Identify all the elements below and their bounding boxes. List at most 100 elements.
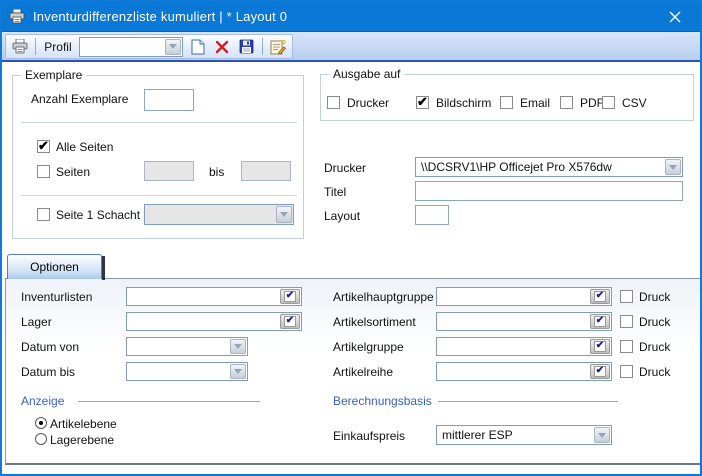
toolbar-band: Profil	[2, 31, 700, 62]
schacht-dropdown-button[interactable]	[276, 206, 292, 223]
layout-input[interactable]	[415, 205, 449, 225]
anzeige-section-title: Anzeige	[21, 394, 64, 408]
properties-button[interactable]	[269, 37, 288, 57]
chevron-down-icon	[169, 44, 177, 49]
datum-von-label: Datum von	[21, 340, 79, 354]
chevron-down-icon	[598, 433, 606, 438]
profil-toolbar: Profil	[5, 34, 293, 59]
close-button[interactable]	[660, 6, 690, 27]
lagerebene-label: Lagerebene	[50, 433, 114, 447]
printer-icon	[12, 39, 28, 54]
einkaufspreis-combobox[interactable]: mittlerer ESP	[436, 425, 612, 445]
artikelreihe-select-button[interactable]	[590, 364, 610, 379]
artikelsortiment-druck-checkbox[interactable]	[620, 315, 633, 328]
alle-seiten-checkbox[interactable]	[37, 140, 50, 153]
artikelgruppe-label: Artikelgruppe	[333, 340, 404, 354]
lager-combobox[interactable]	[126, 312, 302, 331]
ausgabe-csv-label: CSV	[622, 96, 647, 110]
check-icon	[594, 316, 606, 327]
lager-label: Lager	[21, 315, 52, 329]
inventurlisten-select-button[interactable]	[280, 289, 300, 304]
datum-bis-label: Datum bis	[21, 365, 75, 379]
artikelreihe-druck-label: Druck	[639, 365, 670, 379]
ausgabe-email-checkbox[interactable]	[500, 96, 513, 109]
einkaufspreis-value: mittlerer ESP	[442, 428, 589, 442]
seiten-checkbox[interactable]	[37, 165, 50, 178]
artikelhauptgruppe-druck-label: Druck	[639, 290, 670, 304]
new-document-icon	[191, 39, 205, 55]
artikelebene-radio[interactable]	[35, 417, 47, 429]
seiten-label: Seiten	[56, 165, 90, 179]
artikelgruppe-combobox[interactable]	[436, 337, 612, 356]
lagerebene-radio[interactable]	[35, 433, 47, 445]
artikelhauptgruppe-select-button[interactable]	[590, 289, 610, 304]
bis-label: bis	[209, 165, 224, 179]
artikelgruppe-druck-checkbox[interactable]	[620, 340, 633, 353]
check-icon	[284, 316, 296, 327]
artikelhauptgruppe-druck-checkbox[interactable]	[620, 290, 633, 303]
artikelgruppe-select-button[interactable]	[590, 339, 610, 354]
profil-label: Profil	[42, 40, 73, 54]
ausgabe-group-title: Ausgabe auf	[329, 67, 404, 81]
exemplare-groupbox: Exemplare Anzahl Exemplare Alle Seiten S…	[12, 75, 304, 239]
edit-properties-icon	[270, 39, 286, 55]
seite1-schacht-checkbox[interactable]	[37, 208, 50, 221]
new-profil-button[interactable]	[188, 37, 207, 57]
titel-input[interactable]	[415, 181, 683, 201]
datum-bis-combobox[interactable]	[126, 362, 248, 381]
printer-icon	[9, 9, 25, 24]
artikelhauptgruppe-combobox[interactable]	[436, 287, 612, 306]
dialog-window: Inventurdifferenzliste kumuliert | * Lay…	[0, 0, 702, 476]
datum-von-combobox[interactable]	[126, 337, 248, 356]
drucker-value: \\DCSRV1\HP Officejet Pro X576dw	[421, 160, 660, 174]
anzahl-exemplare-input[interactable]	[144, 89, 194, 111]
separator	[21, 122, 297, 123]
seiten-bis-input[interactable]	[241, 161, 291, 181]
seiten-von-input[interactable]	[144, 161, 194, 181]
alle-seiten-label: Alle Seiten	[56, 140, 113, 154]
datum-bis-dropdown-button[interactable]	[230, 364, 246, 379]
ausgabe-bildschirm-checkbox[interactable]	[416, 96, 429, 109]
einkaufspreis-label: Einkaufspreis	[333, 429, 405, 443]
chevron-down-icon	[234, 344, 242, 349]
print-button[interactable]	[10, 37, 29, 57]
section-divider	[78, 401, 260, 402]
inventurlisten-combobox[interactable]	[126, 287, 302, 306]
artikelhauptgruppe-label: Artikelhauptgruppe	[333, 290, 434, 304]
delete-profil-button[interactable]	[212, 37, 231, 57]
artikelreihe-druck-checkbox[interactable]	[620, 365, 633, 378]
chevron-down-icon	[669, 165, 677, 170]
drucker-dropdown-button[interactable]	[665, 159, 681, 175]
artikelgruppe-druck-label: Druck	[639, 340, 670, 354]
tab-optionen[interactable]: Optionen	[7, 254, 102, 279]
check-icon	[284, 291, 296, 302]
drucker-combobox[interactable]: \\DCSRV1\HP Officejet Pro X576dw	[415, 157, 683, 177]
separator	[21, 195, 297, 196]
artikelsortiment-combobox[interactable]	[436, 312, 612, 331]
ausgabe-drucker-checkbox[interactable]	[327, 96, 340, 109]
ausgabe-email-label: Email	[520, 96, 550, 110]
drucker-label: Drucker	[324, 161, 366, 175]
toolbar-separator	[262, 38, 263, 55]
inventurlisten-label: Inventurlisten	[21, 290, 92, 304]
title-bar: Inventurdifferenzliste kumuliert | * Lay…	[2, 2, 700, 31]
lager-select-button[interactable]	[280, 314, 300, 329]
check-icon	[594, 341, 606, 352]
save-profil-button[interactable]	[236, 37, 255, 57]
toolbar-separator	[35, 38, 36, 55]
artikelsortiment-label: Artikelsortiment	[333, 315, 416, 329]
profil-combobox[interactable]	[79, 37, 183, 57]
profil-dropdown-button[interactable]	[165, 39, 181, 55]
artikelsortiment-select-button[interactable]	[590, 314, 610, 329]
ausgabe-csv-checkbox[interactable]	[602, 96, 615, 109]
schacht-combobox[interactable]	[144, 204, 294, 225]
ausgabe-pdf-checkbox[interactable]	[560, 96, 573, 109]
datum-von-dropdown-button[interactable]	[230, 339, 246, 354]
layout-label: Layout	[324, 209, 360, 223]
artikelreihe-label: Artikelreihe	[333, 365, 393, 379]
artikelsortiment-druck-label: Druck	[639, 315, 670, 329]
artikelreihe-combobox[interactable]	[436, 362, 612, 381]
einkaufspreis-dropdown-button[interactable]	[594, 427, 610, 443]
chevron-down-icon	[234, 369, 242, 374]
titel-label: Titel	[324, 185, 346, 199]
